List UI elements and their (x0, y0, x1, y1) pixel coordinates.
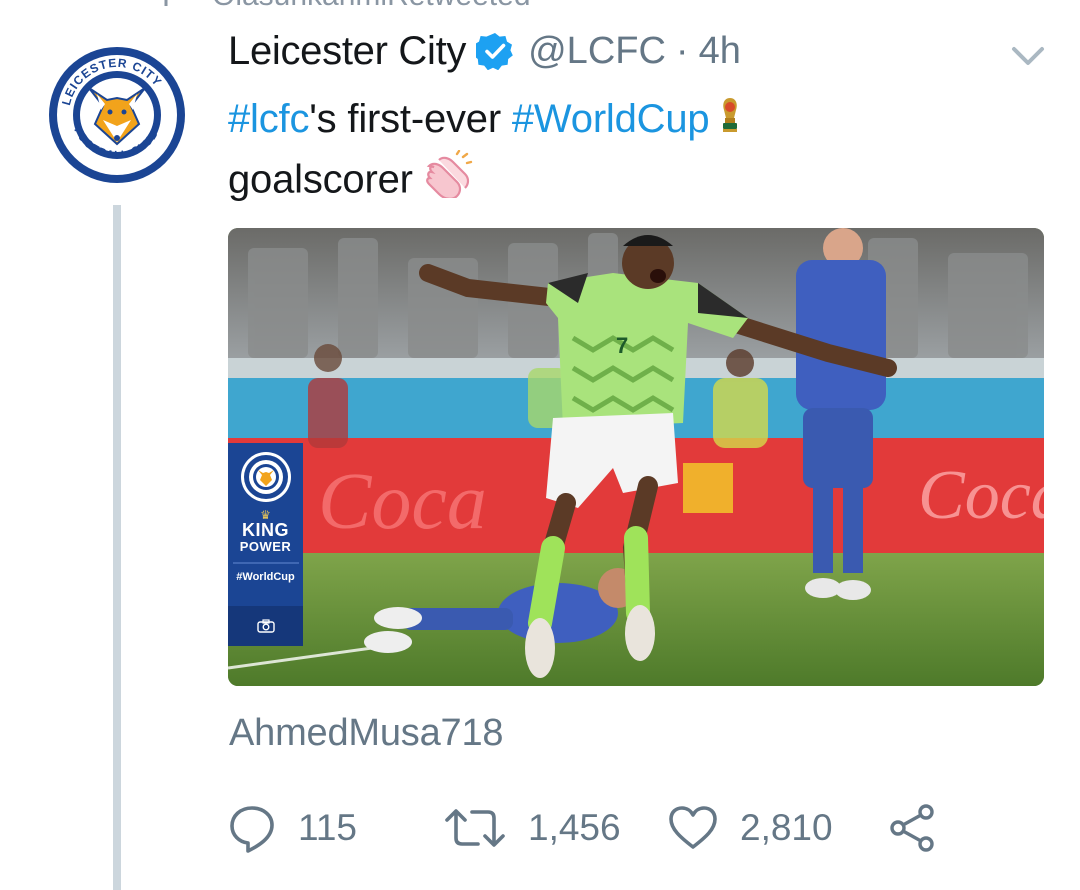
verified-badge-icon (476, 33, 513, 70)
media-attribution[interactable]: AhmedMusa718 (229, 712, 504, 755)
leicester-crest-icon: LEICESTER CITY FOOTBALL CLUB (47, 45, 187, 185)
svg-text:7: 7 (616, 333, 628, 358)
retweet-count: 1,456 (528, 807, 621, 848)
svg-text:Coca: Coca (918, 457, 1044, 534)
overlay-camera-area (228, 606, 303, 646)
overlay-divider (232, 562, 299, 564)
tweet-actions: 115 1,456 2,810 (228, 800, 988, 856)
author-name[interactable]: Leicester City (228, 29, 466, 74)
chevron-down-icon[interactable] (1010, 44, 1046, 68)
tweet-header: Leicester City @LCFC · 4h (228, 26, 741, 76)
tweet-timestamp[interactable]: 4h (699, 30, 741, 73)
author-handle[interactable]: @LCFC (528, 30, 666, 73)
tweet-text-part: 's first-ever (309, 97, 512, 141)
reply-count: 115 (298, 807, 357, 848)
share-icon (890, 804, 934, 852)
like-count: 2,810 (740, 807, 833, 848)
tweet-text-line2: goalscorer (228, 158, 413, 202)
leicester-crest-small-icon (240, 452, 291, 502)
world-cup-trophy-icon (719, 92, 741, 150)
match-photo: Coca Coca (228, 228, 1044, 686)
reply-icon (230, 806, 274, 853)
tweet-media[interactable]: Coca Coca (228, 228, 1044, 686)
overlay-brand-line2: POWER (239, 539, 292, 554)
overlay-hashtag: #WorldCup (236, 571, 295, 583)
retweet-context[interactable]: OlasunkanmiRetweeted (160, 0, 531, 13)
hashtag-worldcup[interactable]: #WorldCup (512, 97, 710, 141)
avatar[interactable]: LEICESTER CITY FOOTBALL CLUB (46, 44, 188, 186)
heart-icon (669, 806, 717, 849)
reply-button[interactable]: 115 (228, 800, 357, 856)
retweet-button[interactable]: 1,456 (444, 800, 621, 856)
header-separator: · (675, 29, 689, 72)
retweet-icon (164, 0, 168, 6)
thread-line (113, 205, 121, 890)
lcfc-overlay-panel: ♛ KING POWER #WorldCup (228, 443, 303, 646)
retweet-context-label: OlasunkanmiRetweeted (212, 0, 531, 13)
clapping-hands-icon (423, 150, 477, 214)
tweet-text: #lcfc's first-ever #WorldCup goalscorer (228, 90, 988, 214)
hashtag-lcfc[interactable]: #lcfc (228, 97, 309, 141)
svg-text:Coca: Coca (318, 458, 487, 546)
overlay-brand-line1: KING (242, 520, 289, 540)
like-button[interactable]: 2,810 (668, 800, 833, 856)
share-button[interactable] (888, 800, 938, 856)
retweet-action-icon (445, 809, 505, 847)
camera-icon (256, 619, 275, 633)
